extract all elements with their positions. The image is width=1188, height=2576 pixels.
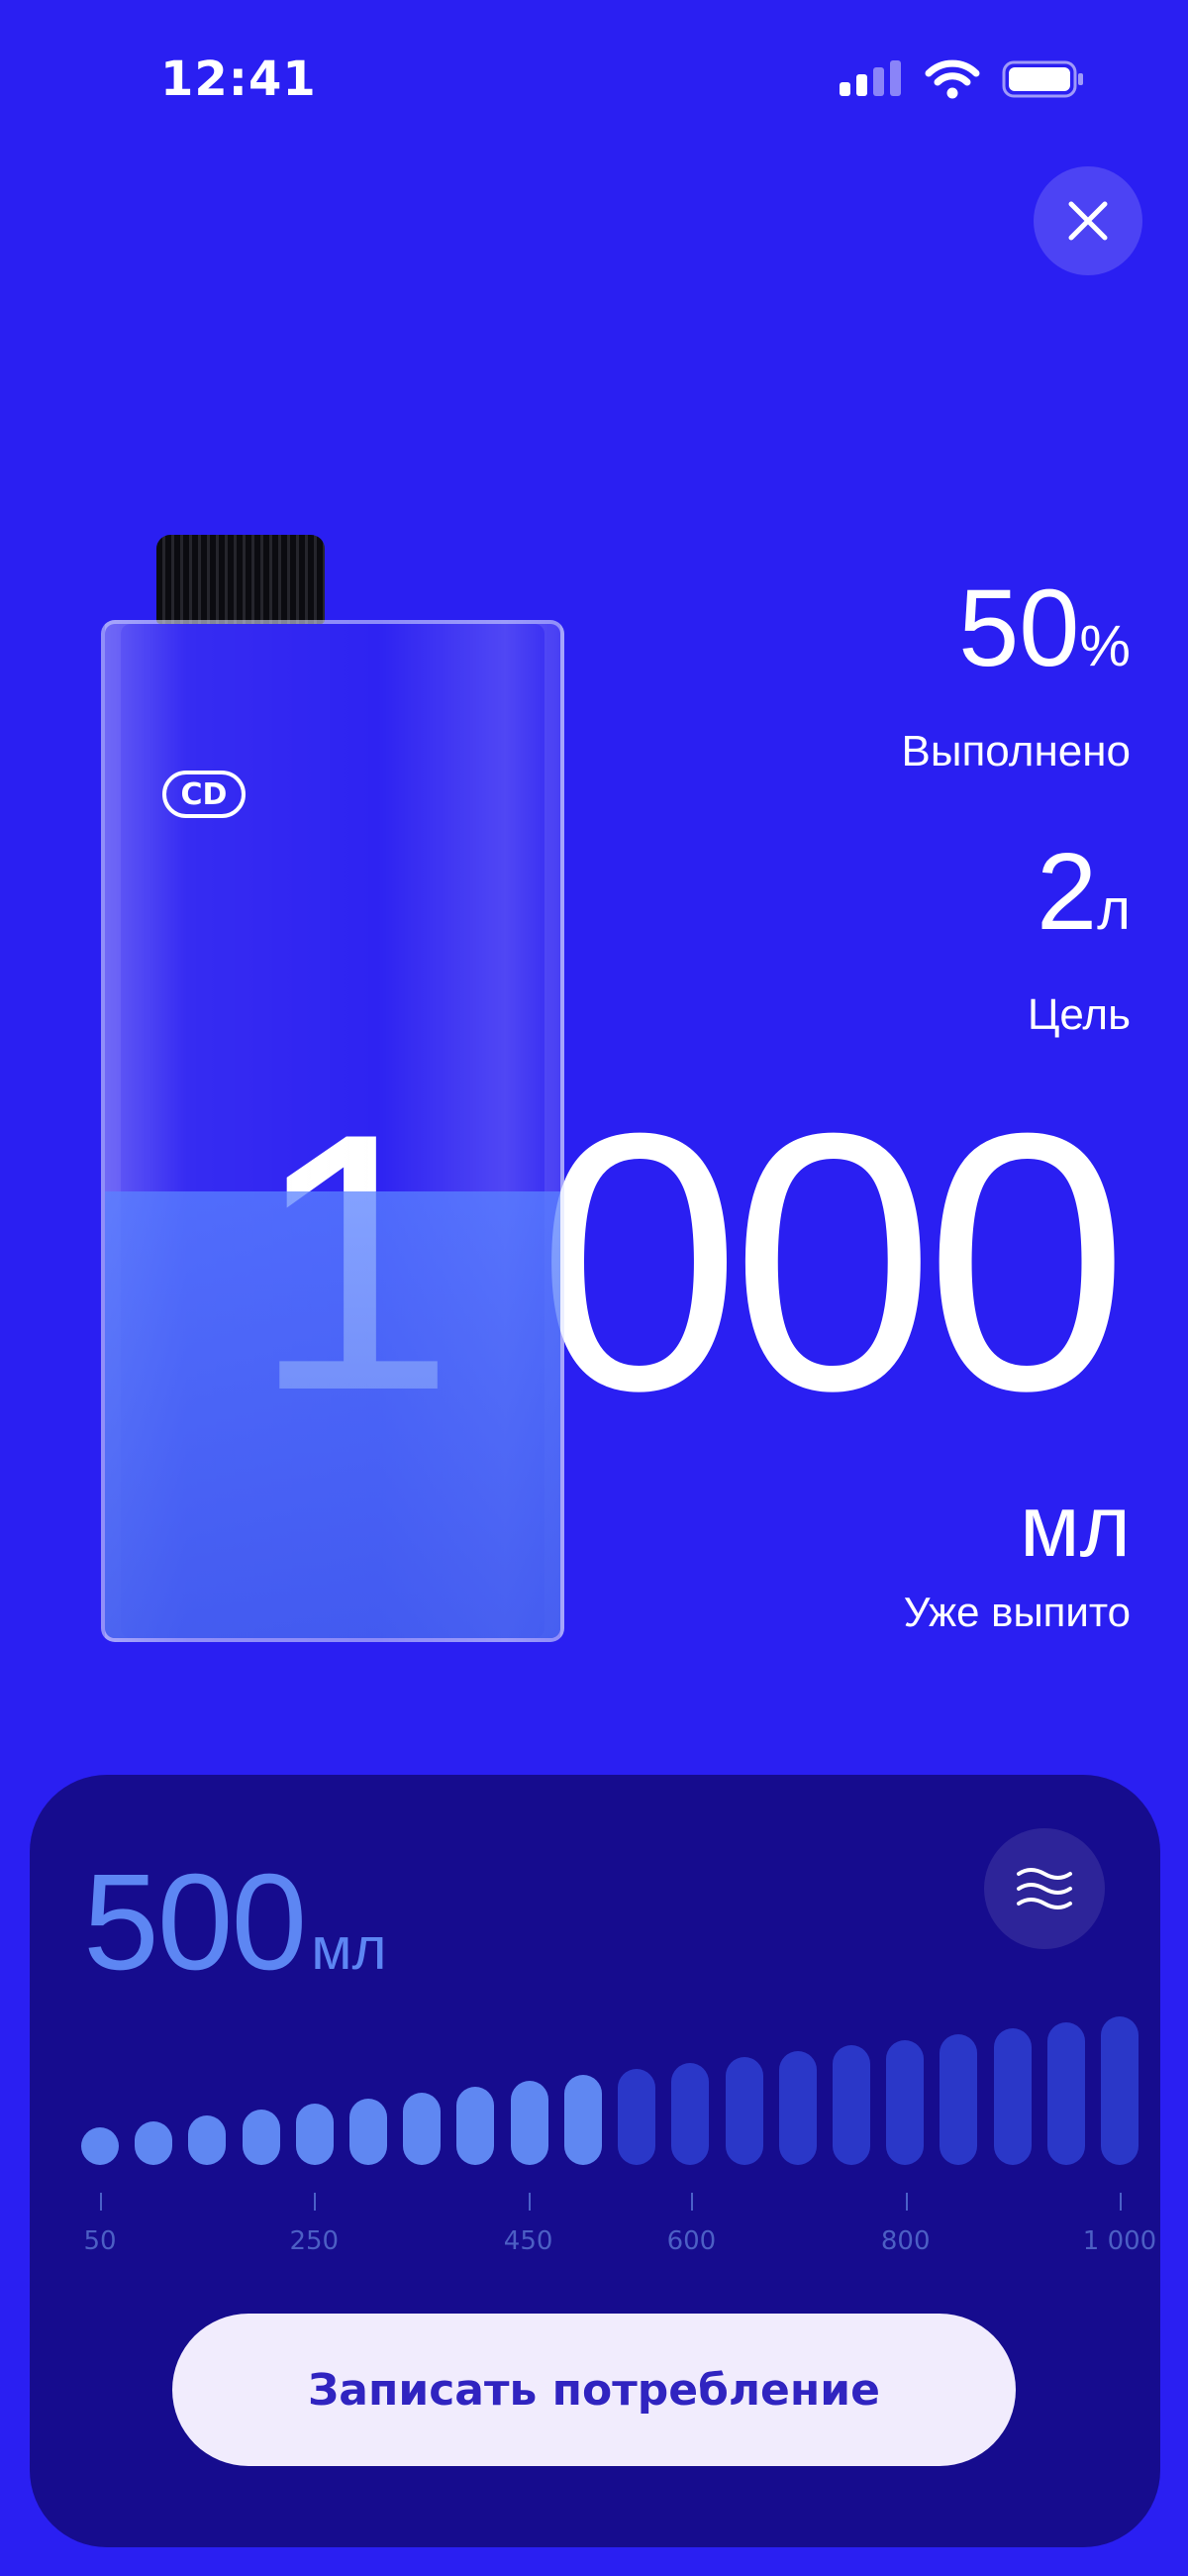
status-time: 12:41 [160, 52, 317, 107]
bottle-cap [156, 535, 325, 624]
amount-bar[interactable] [188, 2115, 227, 2165]
amount-bar[interactable] [510, 2080, 548, 2165]
amount-bar[interactable] [832, 2045, 870, 2165]
signal-icon [840, 60, 901, 96]
scale-tick-label: 1 000 [1082, 2226, 1157, 2256]
scale-tick [100, 2193, 102, 2211]
scale-tick-label: 600 [666, 2226, 717, 2256]
progress-unit: % [1079, 614, 1131, 678]
progress-label: Выполнено [901, 727, 1131, 775]
progress-stat: 50% Выполнено [901, 574, 1131, 776]
amount-bar[interactable] [1046, 2021, 1085, 2165]
scale-tick [314, 2193, 317, 2211]
selected-amount: 500 мл [83, 1854, 387, 1991]
close-icon [1068, 201, 1108, 241]
goal-label: Цель [1027, 990, 1131, 1039]
intake-panel: 500 мл 50 250 450 600 800 1 000 Записать потре… [30, 1775, 1160, 2547]
drunk-unit: мл [1020, 1477, 1131, 1575]
amount-bar[interactable] [81, 2127, 119, 2165]
goal-unit: л [1097, 877, 1131, 942]
close-button[interactable] [1034, 166, 1142, 275]
goal-value: 2 [1036, 831, 1098, 953]
scale-tick [528, 2193, 531, 2211]
amount-bar[interactable] [993, 2027, 1032, 2165]
wifi-icon [925, 59, 980, 99]
amount-bar[interactable] [563, 2074, 602, 2165]
status-icons [840, 59, 1085, 99]
amount-slider[interactable] [81, 2016, 1138, 2165]
progress-value: 50 [958, 567, 1080, 689]
drink-type-button[interactable] [984, 1828, 1105, 1949]
water-bottle: CD [95, 535, 570, 1644]
scale-tick [1120, 2193, 1122, 2211]
scale-tick-label: 800 [880, 2226, 931, 2256]
battery-icon [1002, 60, 1083, 98]
amount-bar[interactable] [135, 2121, 173, 2165]
goal-stat: 2л Цель [1028, 838, 1131, 1040]
amount-bar[interactable] [886, 2039, 925, 2165]
scale-tick-label: 250 [289, 2226, 340, 2256]
amount-scale: 50 250 450 600 800 1 000 [81, 2193, 1156, 2262]
bottle-logo: CD [162, 771, 246, 818]
amount-bar[interactable] [349, 2098, 388, 2165]
amount-bar[interactable] [940, 2033, 978, 2165]
status-bar: 12:41 [0, 0, 1188, 158]
scale-tick [905, 2193, 908, 2211]
scale-tick-label: 450 [503, 2226, 553, 2256]
amount-bar[interactable] [778, 2051, 817, 2165]
bottle-body: CD [101, 620, 564, 1642]
record-intake-button[interactable]: Записать потребление [172, 2314, 1016, 2466]
amount-bar[interactable] [456, 2086, 495, 2165]
selected-amount-value: 500 [83, 1846, 307, 1999]
waves-icon [1017, 1868, 1072, 1909]
amount-bar[interactable] [671, 2063, 710, 2165]
amount-bar[interactable] [1101, 2016, 1138, 2165]
amount-bar[interactable] [403, 2092, 442, 2165]
scale-tick-label: 50 [83, 2226, 117, 2256]
amount-bar[interactable] [725, 2057, 763, 2165]
drunk-label: Уже выпито [903, 1589, 1131, 1635]
amount-bar[interactable] [295, 2104, 334, 2165]
selected-amount-unit: мл [311, 1915, 387, 1982]
amount-bar[interactable] [242, 2110, 280, 2165]
bottle-water-level [105, 1191, 560, 1638]
scale-tick [691, 2193, 694, 2211]
amount-bar[interactable] [618, 2069, 656, 2165]
